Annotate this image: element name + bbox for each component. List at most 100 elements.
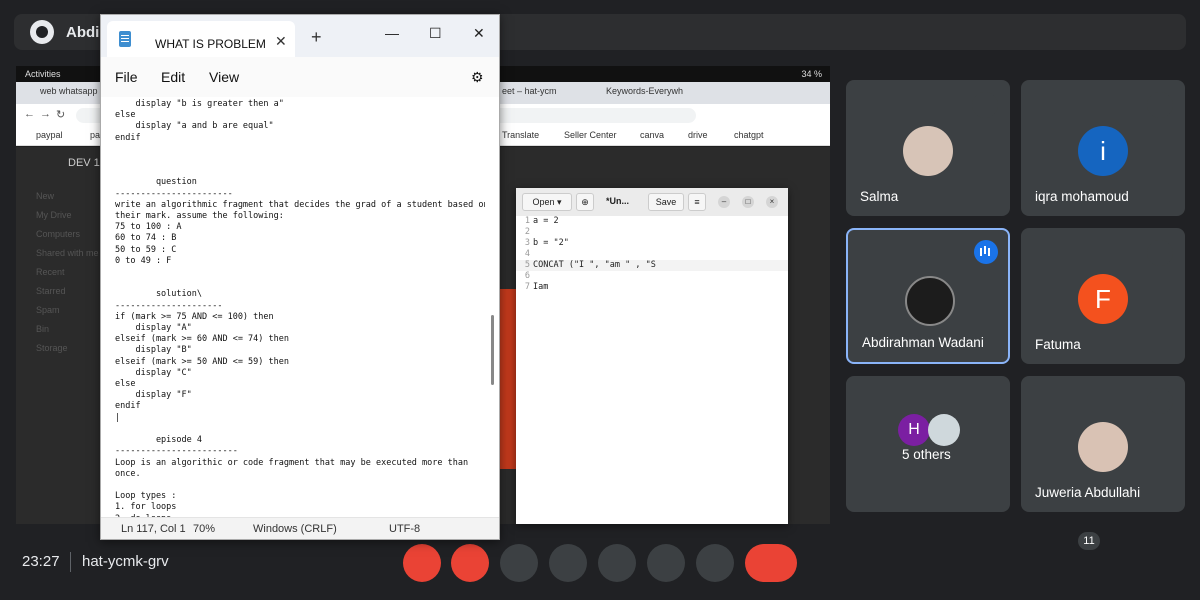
avatar: i <box>1078 126 1128 176</box>
bookmark-item[interactable]: Translate <box>502 130 539 140</box>
menu-edit[interactable]: Edit <box>161 69 185 85</box>
bookmark-item[interactable]: chatgpt <box>734 130 764 140</box>
code-text: Iam <box>533 282 549 292</box>
notepad-line: episode 4 <box>115 435 202 446</box>
drive-nav-item[interactable]: Recent <box>36 263 99 282</box>
menu-view[interactable]: View <box>209 69 239 85</box>
gedit-headerbar: Open ▾ ⊕ *Un... Save ≡ – □ × <box>516 188 788 216</box>
notepad-line: else <box>115 379 136 390</box>
emoji-button[interactable] <box>549 544 587 582</box>
drive-nav-item[interactable]: Starred <box>36 282 99 301</box>
raise-hand-button[interactable] <box>647 544 685 582</box>
new-doc-icon[interactable]: ⊕ <box>576 193 594 211</box>
present-button[interactable] <box>598 544 636 582</box>
partial-window <box>500 289 516 469</box>
bookmark-item[interactable]: paypal <box>36 130 63 140</box>
notepad-menubar: File Edit View ⚙ <box>101 57 499 97</box>
line-number: 5 <box>524 260 530 270</box>
more-options-button[interactable] <box>696 544 734 582</box>
code-line: 1a = 2 <box>516 216 788 227</box>
code-line: 2 <box>516 227 788 238</box>
info-icon[interactable] <box>1020 550 1044 574</box>
participant-name: Fatuma <box>1035 337 1081 352</box>
avatar <box>903 126 953 176</box>
line-ending: Windows (CRLF) <box>253 523 337 535</box>
notepad-scrollbar[interactable] <box>491 315 494 385</box>
drive-nav-item[interactable]: Storage <box>36 339 99 358</box>
participant-tile[interactable]: i iqra mohamoud <box>1021 80 1185 216</box>
notepad-line: display "F" <box>115 390 192 401</box>
participant-name: Juweria Abdullahi <box>1035 485 1141 500</box>
hamburger-menu-icon[interactable]: ≡ <box>688 193 706 211</box>
notepad-line: if (mark >= 75 AND <= 100) then <box>115 311 274 322</box>
meeting-code: hat-ycmk-grv <box>82 553 169 570</box>
participant-tile-active[interactable]: Abdirahman Wadani <box>846 228 1010 364</box>
participant-tile[interactable]: Juweria Abdullahi <box>1021 376 1185 512</box>
notepad-line: 1. for loops <box>115 502 177 513</box>
notepad-line: elseif (mark >= 60 AND <= 74) then <box>115 334 289 345</box>
browser-tab[interactable]: Keywords-Everywh <box>606 86 686 96</box>
open-button[interactable]: Open ▾ <box>522 193 572 211</box>
participant-tile[interactable]: F Fatuma <box>1021 228 1185 364</box>
line-number: 3 <box>524 238 530 248</box>
drive-nav-item[interactable]: Spam <box>36 301 99 320</box>
new-tab-icon[interactable]: + <box>311 27 322 48</box>
notepad-tab[interactable]: WHAT IS PROBLEM ✕ <box>107 21 295 57</box>
participant-name: 5 others <box>902 447 951 462</box>
code-text: a = 2 <box>533 216 559 226</box>
leave-call-button[interactable] <box>745 544 797 582</box>
divider <box>70 552 71 572</box>
reload-icon[interactable]: ↻ <box>56 108 65 121</box>
avatar: F <box>1078 274 1128 324</box>
notepad-line <box>115 267 485 278</box>
close-window-icon[interactable]: × <box>766 196 778 208</box>
notepad-line: display "b is greater then a" <box>115 99 284 109</box>
bookmark-item[interactable]: Seller Center <box>564 130 617 140</box>
notepad-line: 60 to 74 : B <box>115 233 177 244</box>
notepad-line <box>115 424 485 435</box>
settings-gear-icon[interactable]: ⚙ <box>471 69 484 86</box>
participant-name: iqra mohamoud <box>1035 189 1129 204</box>
notepad-icon <box>119 31 131 47</box>
bookmark-item[interactable]: canva <box>640 130 664 140</box>
participant-tile[interactable]: Salma <box>846 80 1010 216</box>
minimize-icon[interactable]: – <box>718 196 730 208</box>
save-button[interactable]: Save <box>648 193 684 211</box>
activities-icon[interactable] <box>1152 550 1176 574</box>
menu-file[interactable]: File <box>115 69 138 85</box>
maximize-icon[interactable]: □ <box>742 196 754 208</box>
notepad-line: Loop is an algorithic or code fragment t… <box>115 457 469 468</box>
notepad-text-area[interactable]: display "b is greater then a" else displa… <box>115 99 485 517</box>
drive-nav-item[interactable]: My Drive <box>36 206 99 225</box>
drive-nav-item[interactable]: New <box>36 187 99 206</box>
notepad-line: their mark. assume the following: <box>115 211 284 222</box>
speaking-icon <box>974 240 998 264</box>
close-tab-icon[interactable]: ✕ <box>275 33 287 50</box>
participant-name: Salma <box>860 189 899 204</box>
forward-icon[interactable]: → <box>40 108 51 120</box>
mic-off-button[interactable] <box>403 544 441 582</box>
camera-off-button[interactable] <box>451 544 489 582</box>
maximize-icon[interactable]: ☐ <box>429 25 442 42</box>
notepad-line: display "A" <box>115 323 192 334</box>
drive-nav-item[interactable]: Shared with me <box>36 244 99 263</box>
others-tile[interactable]: H 5 others <box>846 376 1010 512</box>
captions-button[interactable] <box>500 544 538 582</box>
chat-icon[interactable] <box>1108 550 1132 574</box>
gedit-editor[interactable]: 1a = 223b = "2" 4 5 CONCAT ("I ", "am " , "… <box>516 216 788 293</box>
drive-nav-item[interactable]: Computers <box>36 225 99 244</box>
drive-nav-item[interactable]: Bin <box>36 320 99 339</box>
notepad-statusbar: Ln 117, Col 1 70% Windows (CRLF) UTF-8 <box>101 517 499 539</box>
gedit-title: *Un... <box>606 196 630 206</box>
open-button-label: Open <box>532 197 555 207</box>
avatar <box>1078 422 1128 472</box>
people-icon[interactable] <box>1064 550 1088 574</box>
notepad-line: once. <box>115 468 141 479</box>
notepad-window: WHAT IS PROBLEM ✕ + — ☐ ✕ File Edit View… <box>100 14 500 540</box>
minimize-icon[interactable]: — <box>385 25 399 41</box>
back-icon[interactable]: ← <box>24 108 35 120</box>
close-window-icon[interactable]: ✕ <box>473 25 485 42</box>
bookmark-item[interactable]: drive <box>688 130 708 140</box>
encoding: UTF-8 <box>389 523 421 535</box>
browser-tab[interactable]: eet – hat-ycm <box>502 86 572 96</box>
